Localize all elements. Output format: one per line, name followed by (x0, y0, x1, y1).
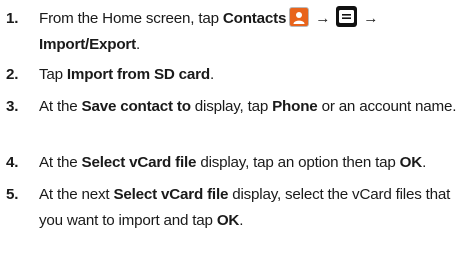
save-contact-label: Save contact to (81, 98, 191, 115)
step-text: From the Home screen, tap Contacts → → Impo… (39, 6, 458, 58)
ok-label: OK (216, 212, 240, 229)
contacts-label: Contacts (222, 10, 287, 27)
instruction-list: 1. From the Home screen, tap Contacts → → I… (0, 0, 464, 264)
arrow-icon: → (363, 10, 379, 27)
contacts-icon (289, 7, 310, 27)
step-number: 1. (6, 10, 19, 27)
step-number: 3. (6, 98, 19, 115)
step-text: At the next Select vCard file display, s… (39, 186, 451, 229)
step-number: 4. (6, 154, 19, 171)
menu-icon (336, 6, 358, 27)
step-text: Tap Import from SD card. (39, 66, 214, 83)
step-number: 5. (6, 186, 19, 203)
ok-label: OK (399, 154, 423, 171)
step-4: 4. At the Select vCard file display, tap… (6, 150, 458, 176)
step-3: 3. At the Save contact to display, tap P… (6, 94, 458, 120)
select-vcard-label: Select vCard file (113, 186, 229, 203)
import-export-label: Import/Export (39, 36, 136, 53)
phone-label: Phone (272, 98, 318, 115)
import-sd-label: Import from SD card (66, 66, 210, 83)
step-1: 1. From the Home screen, tap Contacts → → I… (6, 6, 458, 58)
step-5: 5. At the next Select vCard file display… (6, 182, 458, 234)
select-vcard-label: Select vCard file (81, 154, 197, 171)
step-text: At the Save contact to display, tap Phon… (39, 98, 457, 115)
step-2: 2. Tap Import from SD card. (6, 62, 458, 88)
step-number: 2. (6, 66, 19, 83)
arrow-icon: → (315, 10, 331, 27)
step-text: At the Select vCard file display, tap an… (39, 154, 427, 171)
